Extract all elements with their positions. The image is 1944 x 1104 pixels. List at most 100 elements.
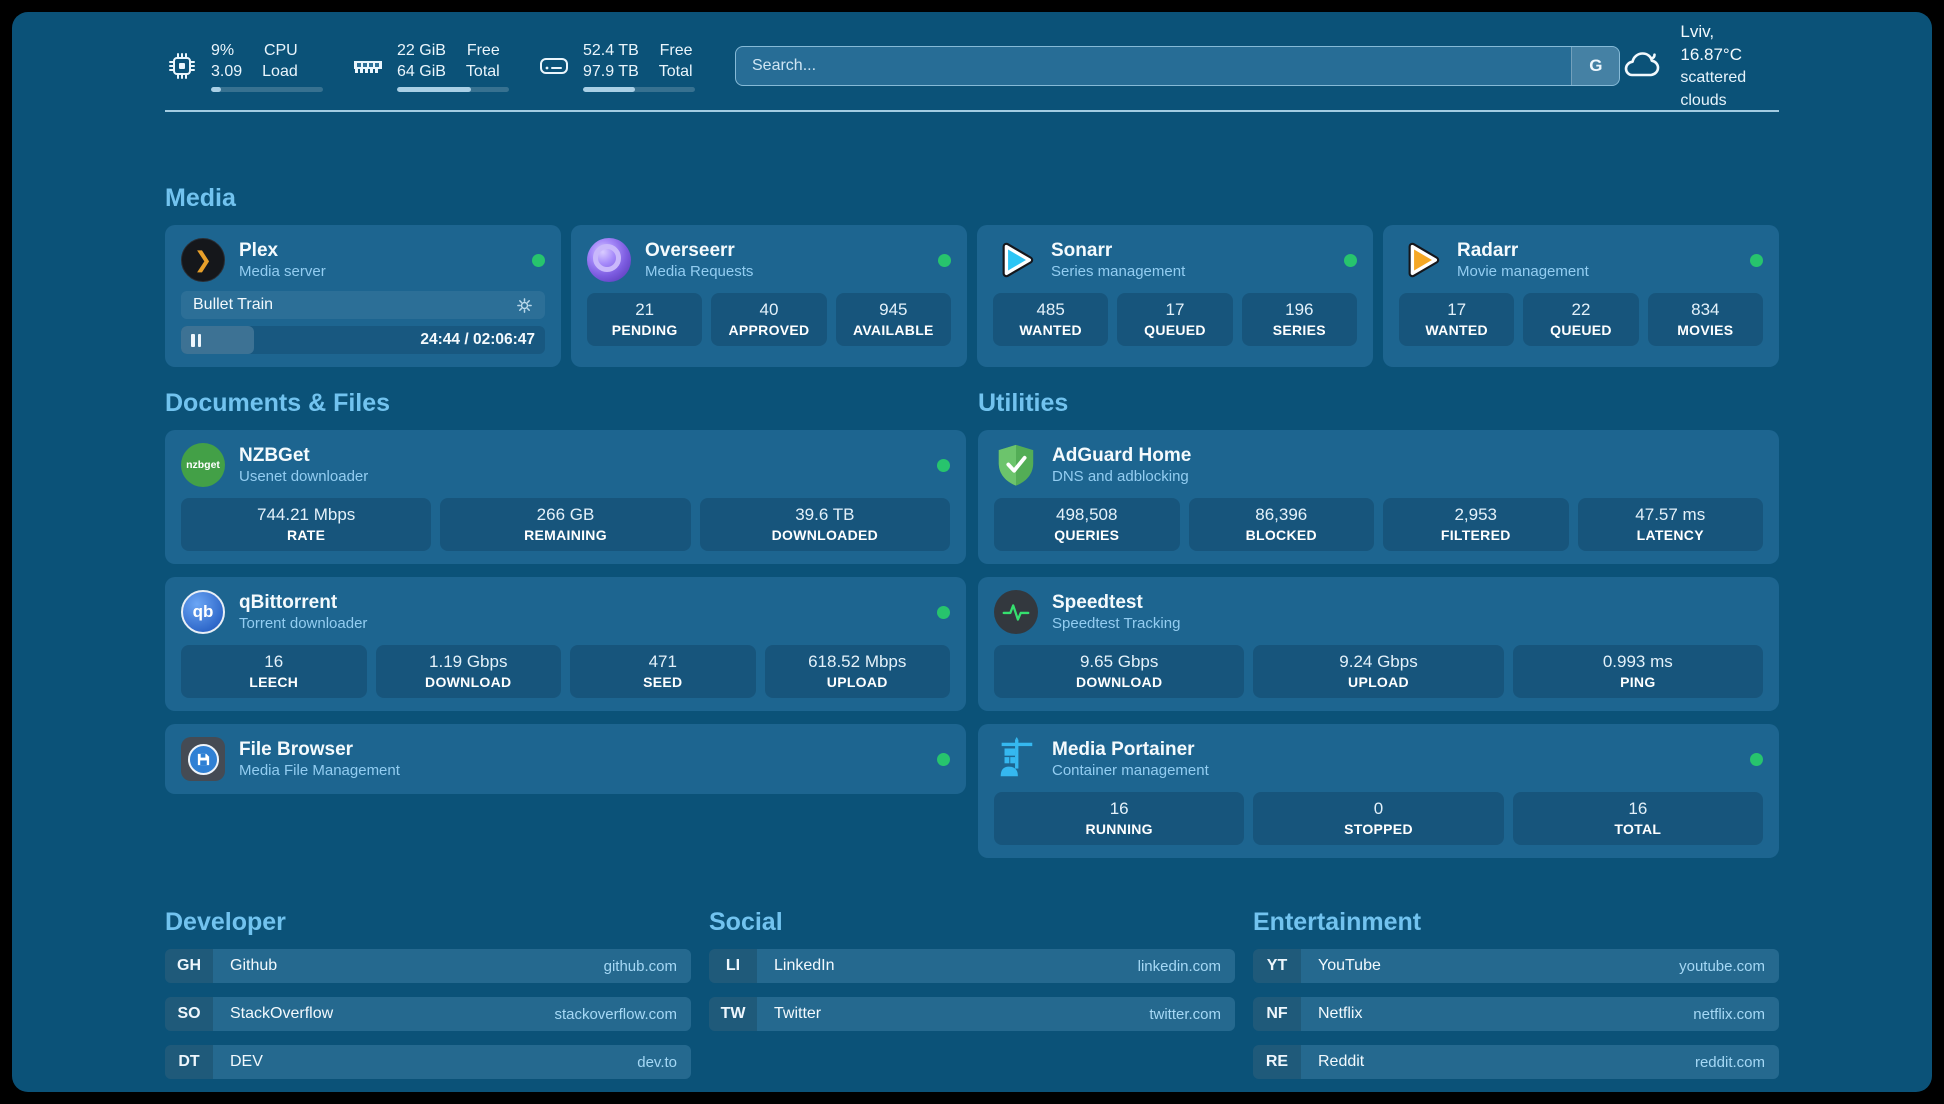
dashboard-page: 9% 3.09 CPU Load: [12, 12, 1932, 1092]
radarr-stat-wanted: 17 WANTED: [1399, 293, 1514, 346]
filebrowser-card[interactable]: File Browser Media File Management: [165, 724, 966, 794]
memory-free-label: Free: [466, 40, 500, 61]
adguard-name: AdGuard Home: [1052, 444, 1191, 468]
cpu-usage-label: CPU: [262, 40, 298, 61]
nzbget-stat-remaining: 266 GB REMAINING: [440, 498, 690, 551]
qbittorrent-subtitle: Torrent downloader: [239, 615, 367, 634]
disk-stat: 52.4 TB 97.9 TB Free Total: [537, 40, 695, 92]
overseerr-card[interactable]: Overseerr Media Requests 21 PENDING 40 A…: [571, 225, 967, 367]
pause-button[interactable]: [191, 334, 201, 347]
sonarr-name: Sonarr: [1051, 239, 1185, 263]
sonarr-card[interactable]: Sonarr Series management 485 WANTED 17 Q…: [977, 225, 1373, 367]
sonarr-stat-wanted: 485 WANTED: [993, 293, 1108, 346]
filebrowser-icon: [181, 737, 225, 781]
bookmark-abbr: SO: [165, 997, 213, 1031]
memory-free-value: 22 GiB: [397, 40, 446, 61]
plex-card[interactable]: ❯ Plex Media server Bullet Train: [165, 225, 561, 367]
plex-now-playing-title: Bullet Train: [193, 296, 273, 314]
nzbget-card[interactable]: nzbget NZBGet Usenet downloader 744.21 M…: [165, 430, 966, 564]
bookmark-url: reddit.com: [1695, 1045, 1779, 1079]
disk-progress-track: [583, 87, 695, 92]
bookmark-name: Twitter: [757, 997, 1149, 1031]
overseerr-subtitle: Media Requests: [645, 263, 753, 282]
qbittorrent-stat-leech: 16 LEECH: [181, 645, 367, 698]
disk-free-value: 52.4 TB: [583, 40, 639, 61]
radarr-stat-movies: 834 MOVIES: [1648, 293, 1763, 346]
qbittorrent-card[interactable]: qb qBittorrent Torrent downloader 16 LEE…: [165, 577, 966, 711]
bookmark-github[interactable]: GH Github github.com: [165, 949, 691, 983]
settings-gear-icon[interactable]: [516, 297, 533, 314]
bookmark-twitter[interactable]: TW Twitter twitter.com: [709, 997, 1235, 1031]
bookmark-name: Netflix: [1301, 997, 1693, 1031]
bookmark-dev[interactable]: DT DEV dev.to: [165, 1045, 691, 1079]
adguard-shield-icon: [994, 443, 1038, 487]
radarr-name: Radarr: [1457, 239, 1589, 263]
filebrowser-status-dot: [937, 753, 950, 766]
cpu-progress-track: [211, 87, 323, 92]
filebrowser-subtitle: Media File Management: [239, 762, 400, 781]
radarr-card[interactable]: Radarr Movie management 17 WANTED 22 QUE…: [1383, 225, 1779, 367]
weather-location-temp: Lviv, 16.87°C: [1680, 20, 1779, 66]
memory-progress-fill: [397, 87, 471, 92]
bookmark-url: linkedin.com: [1138, 949, 1235, 983]
section-title-social: Social: [709, 908, 1235, 937]
bookmark-abbr: GH: [165, 949, 213, 983]
weather-widget: Lviv, 16.87°C scattered clouds: [1620, 20, 1779, 112]
speedtest-card[interactable]: Speedtest Speedtest Tracking 9.65 Gbps D…: [978, 577, 1779, 711]
bookmark-url: github.com: [604, 949, 691, 983]
overseerr-icon: [587, 238, 631, 282]
bookmark-stackoverflow[interactable]: SO StackOverflow stackoverflow.com: [165, 997, 691, 1031]
portainer-status-dot: [1750, 753, 1763, 766]
bookmark-abbr: TW: [709, 997, 757, 1031]
disk-free-label: Free: [659, 40, 693, 61]
cpu-load-value: 3.09: [211, 61, 242, 82]
cpu-usage-value: 9%: [211, 40, 242, 61]
filebrowser-name: File Browser: [239, 738, 400, 762]
search-input[interactable]: [736, 47, 1571, 85]
speedtest-subtitle: Speedtest Tracking: [1052, 615, 1180, 634]
sonarr-stat-queued: 17 QUEUED: [1117, 293, 1232, 346]
adguard-stat-latency: 47.57 ms LATENCY: [1578, 498, 1764, 551]
overseerr-status-dot: [938, 254, 951, 267]
bookmark-netflix[interactable]: NF Netflix netflix.com: [1253, 997, 1779, 1031]
sonarr-icon: [993, 238, 1037, 282]
speedtest-name: Speedtest: [1052, 591, 1180, 615]
overseerr-name: Overseerr: [645, 239, 753, 263]
memory-icon: [351, 50, 385, 82]
qbittorrent-name: qBittorrent: [239, 591, 367, 615]
bookmark-abbr: YT: [1253, 949, 1301, 983]
bookmark-linkedin[interactable]: LI LinkedIn linkedin.com: [709, 949, 1235, 983]
search-provider-button[interactable]: G: [1571, 47, 1619, 85]
section-title-documents: Documents & Files: [165, 389, 966, 418]
radarr-status-dot: [1750, 254, 1763, 267]
radarr-stat-queued: 22 QUEUED: [1523, 293, 1638, 346]
plex-subtitle: Media server: [239, 263, 326, 282]
portainer-crane-icon: [994, 737, 1038, 781]
nzbget-icon: nzbget: [181, 443, 225, 487]
adguard-card[interactable]: AdGuard Home DNS and adblocking 498,508 …: [978, 430, 1779, 564]
portainer-card[interactable]: Media Portainer Container management 16 …: [978, 724, 1779, 858]
bookmark-name: Github: [213, 949, 604, 983]
nzbget-status-dot: [937, 459, 950, 472]
sonarr-stat-series: 196 SERIES: [1242, 293, 1357, 346]
qbittorrent-stat-seed: 471 SEED: [570, 645, 756, 698]
bookmark-url: youtube.com: [1679, 949, 1779, 983]
adguard-stat-queries: 498,508 QUERIES: [994, 498, 1180, 551]
qbittorrent-status-dot: [937, 606, 950, 619]
bookmark-youtube[interactable]: YT YouTube youtube.com: [1253, 949, 1779, 983]
plex-player-bar: 24:44 / 02:06:47: [181, 326, 545, 354]
disk-icon: [537, 50, 571, 82]
overseerr-stat-available: 945 AVAILABLE: [836, 293, 951, 346]
plex-name: Plex: [239, 239, 326, 263]
bookmark-reddit[interactable]: RE Reddit reddit.com: [1253, 1045, 1779, 1079]
portainer-stat-total: 16 TOTAL: [1513, 792, 1763, 845]
bookmark-url: netflix.com: [1693, 997, 1779, 1031]
nzbget-stat-rate: 744.21 Mbps RATE: [181, 498, 431, 551]
memory-total-value: 64 GiB: [397, 61, 446, 82]
adguard-subtitle: DNS and adblocking: [1052, 468, 1191, 487]
plex-time-label: 24:44 / 02:06:47: [420, 331, 535, 349]
overseerr-stat-pending: 21 PENDING: [587, 293, 702, 346]
bookmark-abbr: RE: [1253, 1045, 1301, 1079]
bookmark-abbr: NF: [1253, 997, 1301, 1031]
disk-total-label: Total: [659, 61, 693, 82]
